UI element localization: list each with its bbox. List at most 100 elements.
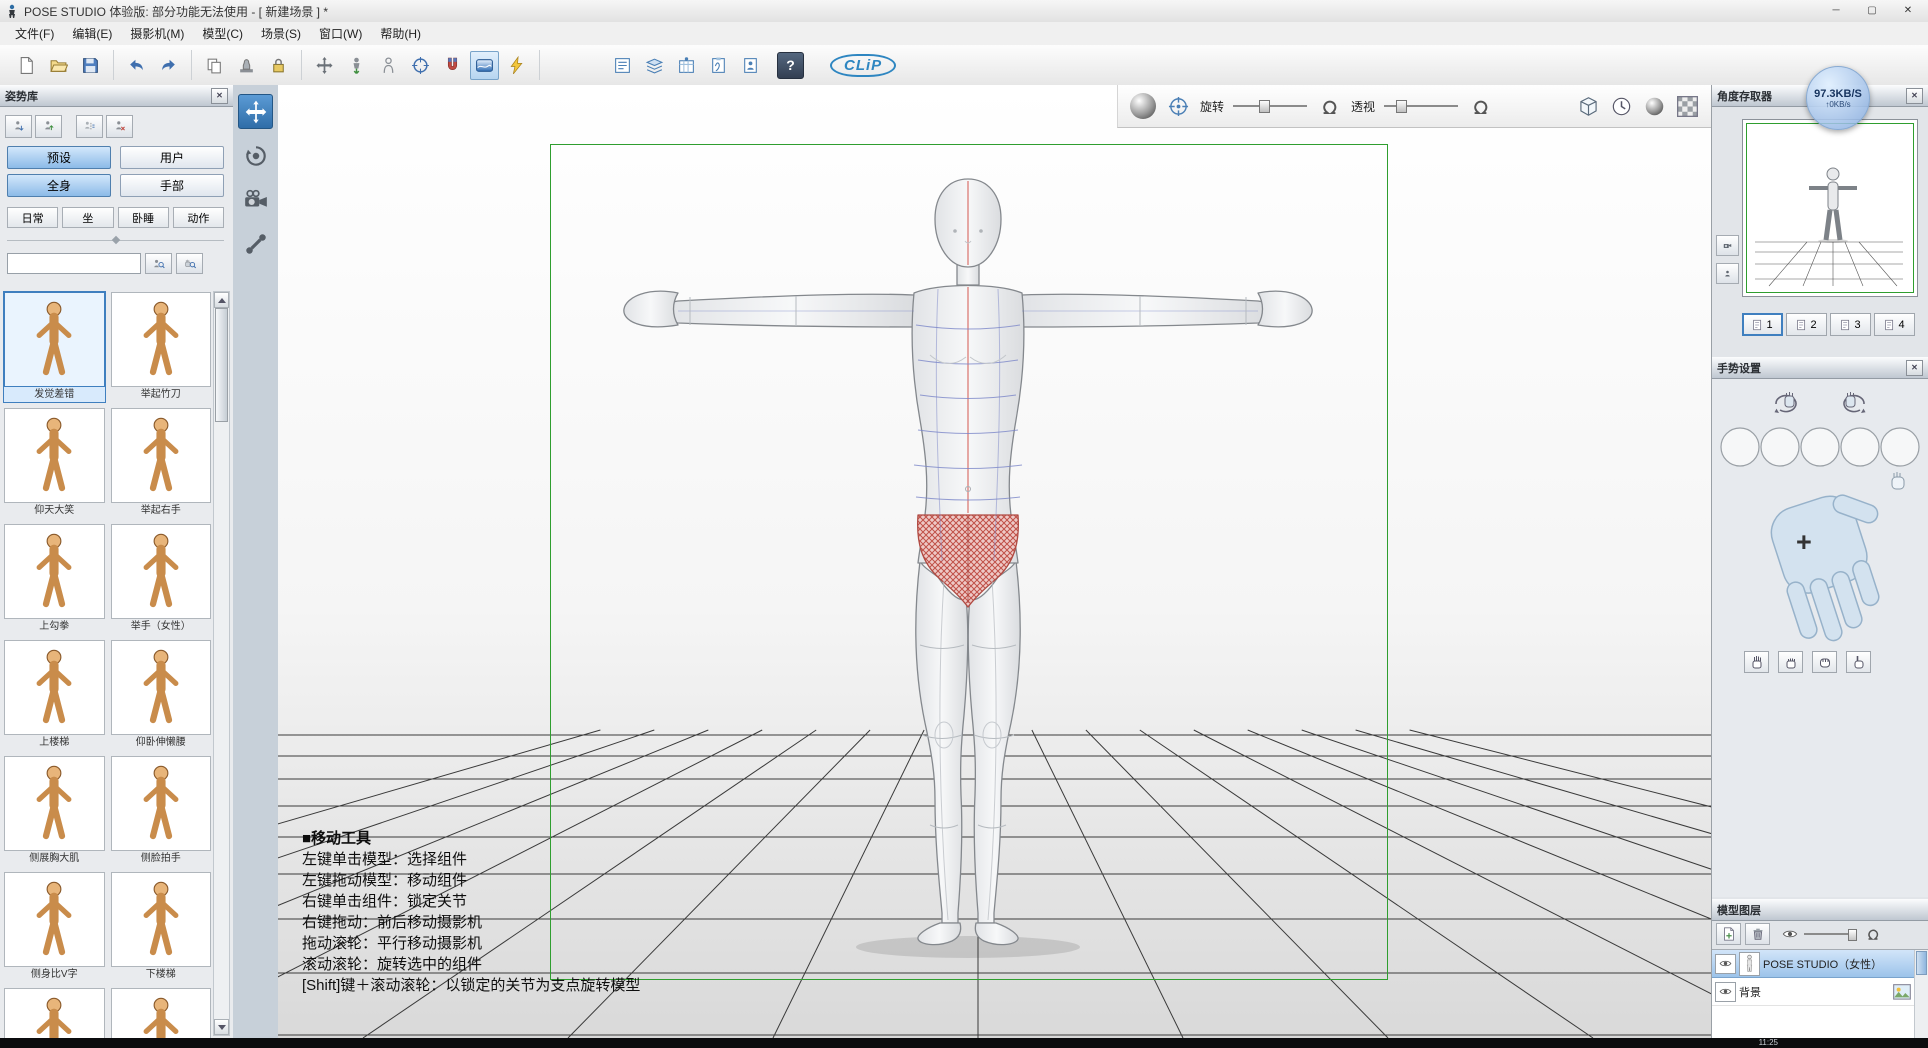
save-button[interactable]: [76, 51, 105, 80]
menu-item-6[interactable]: 窗口(W): [310, 22, 371, 45]
gesture-open-hand-button[interactable]: [1744, 651, 1769, 673]
pose-item[interactable]: [3, 987, 106, 1038]
rotate-slider-thumb[interactable]: [1259, 100, 1270, 113]
hand-diagram[interactable]: [1722, 467, 1918, 647]
menu-item-3[interactable]: 摄影机(M): [121, 22, 193, 45]
layer-list-scrollbar[interactable]: [1914, 950, 1928, 1038]
panel-angle-button[interactable]: [672, 51, 701, 80]
maximize-button[interactable]: ▢: [1854, 0, 1890, 21]
angle-preview[interactable]: [1742, 119, 1918, 297]
clock-button[interactable]: [1608, 93, 1634, 119]
pose-item[interactable]: 侧脸拍手: [110, 755, 213, 867]
angle-slot-4[interactable]: 4: [1874, 313, 1915, 336]
help-button[interactable]: ?: [777, 52, 804, 79]
pose-item[interactable]: 发觉差错: [3, 291, 106, 403]
stamp-button[interactable]: [232, 51, 261, 80]
pose-library-close-icon[interactable]: ✕: [211, 88, 228, 104]
perspective-reset-button[interactable]: [1467, 93, 1493, 119]
open-button[interactable]: [44, 51, 73, 80]
magnet-button[interactable]: [438, 51, 467, 80]
layer-row-background[interactable]: 背景: [1712, 978, 1915, 1006]
pose-item[interactable]: 侧展胸大肌: [3, 755, 106, 867]
angle-slot-3[interactable]: 3: [1830, 313, 1871, 336]
delete-layer-button[interactable]: [1745, 923, 1770, 945]
pose-scope-button-1[interactable]: 全身: [7, 174, 111, 197]
apply-pose-button[interactable]: [35, 115, 62, 138]
menu-item-1[interactable]: 文件(F): [6, 22, 63, 45]
panel-model-button[interactable]: [736, 51, 765, 80]
layer-opacity-slider[interactable]: [1804, 927, 1856, 941]
lock-button[interactable]: [264, 51, 293, 80]
opacity-reset-button[interactable]: [1860, 923, 1885, 945]
delete-pose-button[interactable]: [106, 115, 133, 138]
ghost-pose-button[interactable]: [374, 51, 403, 80]
pose-item[interactable]: 举起竹刀: [110, 291, 213, 403]
register-pose-button[interactable]: [5, 115, 32, 138]
pose-category-tab-2[interactable]: 坐: [62, 207, 113, 228]
cube-view-button[interactable]: [1575, 93, 1601, 119]
angle-panel-close-icon[interactable]: ✕: [1906, 88, 1923, 104]
minimize-button[interactable]: ─: [1818, 0, 1854, 21]
gesture-point-button[interactable]: [1846, 651, 1871, 673]
camera-target-button[interactable]: [1165, 93, 1191, 119]
panel-gesture-button[interactable]: [704, 51, 733, 80]
light-source-ball[interactable]: [1130, 93, 1156, 119]
new-button[interactable]: [12, 51, 41, 80]
network-speed-badge[interactable]: 97.3KB/S ↑0KB/s: [1806, 66, 1870, 130]
scroll-down-icon[interactable]: [214, 1019, 229, 1035]
angle-slot-1[interactable]: 1: [1742, 313, 1783, 336]
copy-button[interactable]: [200, 51, 229, 80]
pose-joint-tool-button[interactable]: [238, 226, 273, 261]
pose-item[interactable]: 仰天大笑: [3, 407, 106, 519]
perspective-slider[interactable]: [1384, 98, 1458, 114]
target-button[interactable]: [406, 51, 435, 80]
layer-visibility-button[interactable]: [1715, 982, 1736, 1002]
pose-item[interactable]: 举手（女性）: [110, 523, 213, 635]
gesture-fist-button[interactable]: [1812, 651, 1837, 673]
undo-button[interactable]: [122, 51, 151, 80]
new-layer-button[interactable]: [1716, 923, 1741, 945]
rotate-hand-left-icon[interactable]: [1768, 387, 1808, 415]
scroll-up-icon[interactable]: [214, 292, 229, 308]
rotate-slider[interactable]: [1233, 98, 1307, 114]
scrollbar-thumb[interactable]: [215, 308, 228, 422]
pose-category-tab-4[interactable]: 动作: [173, 207, 224, 228]
perspective-slider-thumb[interactable]: [1396, 100, 1407, 113]
viewport-3d[interactable]: 旋转 透视: [278, 85, 1712, 1038]
select-move-button[interactable]: [310, 51, 339, 80]
pose-item[interactable]: 上楼梯: [3, 639, 106, 751]
pose-item[interactable]: 举起右手: [110, 407, 213, 519]
render-view-button[interactable]: [470, 51, 499, 80]
menu-item-2[interactable]: 编辑(E): [63, 22, 121, 45]
move-tool-button[interactable]: [238, 94, 273, 129]
pose-search-button[interactable]: [145, 253, 172, 274]
menu-item-7[interactable]: 帮助(H): [371, 22, 430, 45]
mirror-pose-button[interactable]: [76, 115, 103, 138]
angle-camera-button[interactable]: [1716, 235, 1739, 256]
layer-opacity-thumb[interactable]: [1848, 929, 1857, 941]
gesture-panel-close-icon[interactable]: ✕: [1906, 360, 1923, 376]
pose-item[interactable]: 侧身比V字: [3, 871, 106, 983]
close-button[interactable]: ✕: [1890, 0, 1926, 21]
rotate-hand-right-icon[interactable]: [1832, 387, 1872, 415]
pose-search-input[interactable]: [7, 253, 141, 274]
redo-button[interactable]: [154, 51, 183, 80]
mannequin-figure[interactable]: [608, 175, 1328, 975]
pose-item[interactable]: 仰卧伸懒腰: [110, 639, 213, 751]
layer-visibility-button[interactable]: [1715, 954, 1736, 974]
layer-row-model[interactable]: POSE STUDIO（女性）: [1712, 950, 1915, 978]
pose-item[interactable]: [110, 987, 213, 1038]
rotate-reset-button[interactable]: [1316, 93, 1342, 119]
pose-category-tab-3[interactable]: 卧睡: [118, 207, 169, 228]
pose-source-button-2[interactable]: 用户: [120, 146, 224, 169]
pose-category-tab-1[interactable]: 日常: [7, 207, 58, 228]
panel-layers-button[interactable]: [640, 51, 669, 80]
angle-model-button[interactable]: [1716, 263, 1739, 284]
drop-model-button[interactable]: [342, 51, 371, 80]
material-ball-button[interactable]: [1641, 93, 1667, 119]
menu-item-5[interactable]: 场景(S): [252, 22, 310, 45]
hand-pose-search-button[interactable]: [176, 253, 203, 274]
angle-slot-2[interactable]: 2: [1786, 313, 1827, 336]
background-checker-button[interactable]: [1674, 93, 1700, 119]
pose-item[interactable]: 下楼梯: [110, 871, 213, 983]
